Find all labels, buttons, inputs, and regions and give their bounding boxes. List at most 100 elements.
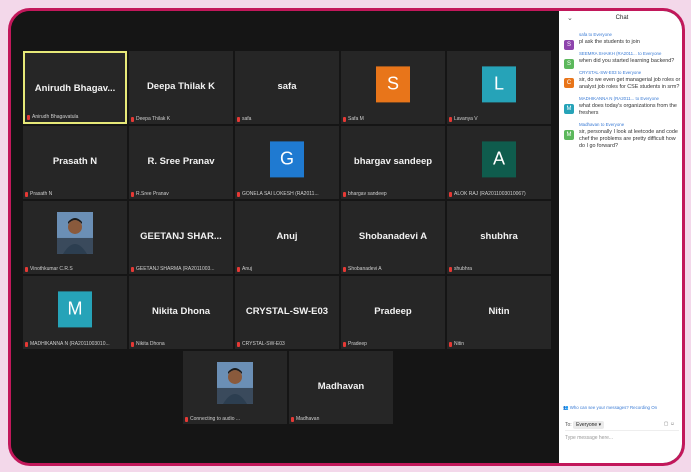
participant-label: CRYSTAL-SW-E03 — [237, 341, 337, 347]
participant-tile[interactable]: shubhra shubhra — [447, 201, 551, 274]
participant-tile[interactable]: Anirudh Bhagav... Anirudh Bhagavatula — [23, 51, 127, 124]
participant-tile[interactable]: Connecting to audio ... — [183, 351, 287, 424]
avatar: S — [564, 59, 574, 69]
mic-muted-icon — [343, 116, 346, 122]
participant-label: Vinothkumar C.R.S — [25, 266, 125, 272]
participant-label: Safa M — [343, 116, 443, 122]
participant-label: Deepa Thilak K — [131, 116, 231, 122]
participant-tile[interactable]: Anuj Anuj — [235, 201, 339, 274]
chat-message: safa to Everyone Spl ask the students to … — [559, 32, 682, 50]
participant-tile[interactable]: Shobanadevi A Shobanadevi A — [341, 201, 445, 274]
mic-muted-icon — [25, 266, 28, 272]
participant-tile[interactable]: Prasath N Prasath N — [23, 126, 127, 199]
participant-name: Anirudh Bhagav... — [34, 83, 116, 94]
participant-label: R.Sree Pranav — [131, 191, 231, 197]
participant-tile[interactable]: G GONELA SAI LOKESH (RA2011... — [235, 126, 339, 199]
avatar: M — [58, 290, 92, 327]
participant-tile[interactable]: A ALOK RAJ (RA2011003010067) — [447, 126, 551, 199]
participant-label: GEETANJ SHARMA (RA2011003... — [131, 266, 231, 272]
chat-text: pl ask the students to join — [579, 39, 640, 45]
participant-tile[interactable]: Nitin Nitin — [447, 276, 551, 349]
avatar: A — [482, 140, 516, 177]
participant-tile[interactable]: Nikita Dhona Nikita Dhona — [129, 276, 233, 349]
participant-tile[interactable]: Pradeep Pradeep — [341, 276, 445, 349]
participant-label-text: GEETANJ SHARMA (RA2011003... — [136, 266, 215, 272]
participant-label-text: Anirudh Bhagavatula — [32, 114, 79, 120]
recipient-row: To: Everyone ▾ ▢ ☺ — [565, 421, 681, 429]
participant-label-text: Prasath N — [30, 191, 53, 197]
recipient-select[interactable]: Everyone ▾ — [573, 421, 605, 429]
participant-label-text: R.Sree Pranav — [136, 191, 169, 197]
participant-name: Pradeep — [374, 306, 412, 317]
mic-muted-icon — [237, 116, 240, 122]
mic-muted-icon — [25, 341, 28, 347]
participant-tile[interactable]: CRYSTAL-SW-E03 CRYSTAL-SW-E03 — [235, 276, 339, 349]
participant-tile[interactable]: L Lavanya V — [447, 51, 551, 124]
chat-sender: SEEMRA SHAIKH (RA2011... to Everyone — [579, 51, 662, 56]
participant-label-text: Deepa Thilak K — [136, 116, 171, 122]
participant-label-text: CRYSTAL-SW-E03 — [242, 341, 285, 347]
participant-label-text: Nitin — [454, 341, 465, 347]
participant-label: Pradeep — [343, 341, 443, 347]
avatar: C — [564, 78, 574, 88]
participant-tile[interactable]: Madhavan Madhavan — [289, 351, 393, 424]
chat-text: sir, personally I look at leetcode and c… — [579, 129, 678, 149]
chat-tools[interactable]: ▢ ☺ — [664, 421, 675, 427]
mic-muted-icon — [237, 341, 240, 347]
participant-label: Anirudh Bhagavatula — [27, 114, 123, 120]
participant-label: Madhavan — [291, 416, 391, 422]
chat-sender: safa to Everyone — [579, 32, 612, 37]
participant-label: Shobanadevi A — [343, 266, 443, 272]
profile-photo — [57, 211, 93, 254]
chat-input[interactable]: Type message here... — [565, 430, 679, 445]
participant-label-text: Nikita Dhona — [136, 341, 165, 347]
participant-grid: Anirudh Bhagav... Anirudh Bhagavatula Deep… — [23, 51, 553, 426]
participant-name: safa — [277, 81, 297, 92]
participant-name: Anuj — [276, 231, 298, 242]
participant-tile[interactable]: R. Sree Pranav R.Sree Pranav — [129, 126, 233, 199]
chat-message: Madhavan to Everyone Msir, personally I l… — [559, 122, 682, 150]
privacy-note[interactable]: 👥 Who can see your messages? Recording O… — [563, 405, 681, 411]
avatar: M — [564, 130, 574, 140]
participant-label: Connecting to audio ... — [185, 416, 285, 422]
avatar: M — [564, 104, 574, 114]
chevron-down-icon[interactable]: ⌄ — [567, 14, 573, 22]
participant-name: bhargav sandeep — [353, 156, 433, 167]
meeting-toolbar — [11, 463, 559, 466]
participant-tile[interactable]: bhargav sandeep bhargav sandeep — [341, 126, 445, 199]
participant-label-text: MADHIKANNA N (RA2011003010... — [30, 341, 110, 347]
participant-tile[interactable]: GEETANJ SHAR... GEETANJ SHARMA (RA2011003… — [129, 201, 233, 274]
participant-label-text: shubhra — [454, 266, 473, 272]
chat-messages: safa to Everyone Spl ask the students to … — [559, 32, 682, 150]
participant-label: safa — [237, 116, 337, 122]
mic-muted-icon — [343, 266, 346, 272]
chat-text: when did you started learning backend? — [579, 58, 675, 64]
mic-muted-icon — [131, 341, 134, 347]
participant-tile[interactable]: M MADHIKANNA N (RA2011003010... — [23, 276, 127, 349]
participant-label: Nikita Dhona — [131, 341, 231, 347]
participant-row: Anirudh Bhagav... Anirudh Bhagavatula Deep… — [23, 51, 553, 124]
participant-row: Prasath N Prasath N R. Sree Pranav R.Sree P… — [23, 126, 553, 199]
mic-muted-icon — [449, 266, 452, 272]
profile-photo — [217, 361, 253, 404]
chat-message: CRYSTAL-SW-E03 to Everyone Csir, do we ev… — [559, 70, 682, 91]
chat-sender: MADHIKANNA N (RA2011... to Everyone — [579, 96, 659, 101]
mic-muted-icon — [449, 191, 452, 197]
participant-label-text: Shobanadevi A — [348, 266, 382, 272]
participant-label: Prasath N — [25, 191, 125, 197]
chat-message: SEEMRA SHAIKH (RA2011... to Everyone Swhe… — [559, 51, 682, 69]
mic-muted-icon — [131, 266, 134, 272]
chat-title: Chat — [615, 15, 629, 21]
participant-tile[interactable]: S Safa M — [341, 51, 445, 124]
participant-tile[interactable]: safa safa — [235, 51, 339, 124]
avatar: S — [376, 65, 410, 102]
chat-sender: Madhavan to Everyone — [579, 122, 625, 127]
participant-tile[interactable]: Vinothkumar C.R.S — [23, 201, 127, 274]
chat-sender: CRYSTAL-SW-E03 to Everyone — [579, 70, 642, 75]
participant-label-text: Connecting to audio ... — [190, 416, 241, 422]
participant-name: Prasath N — [52, 156, 98, 167]
participant-tile[interactable]: Deepa Thilak K Deepa Thilak K — [129, 51, 233, 124]
chat-message: MADHIKANNA N (RA2011... to Everyone Mwhat… — [559, 96, 682, 117]
mic-muted-icon — [449, 341, 452, 347]
chat-text: what does today's organizations from the… — [579, 103, 677, 116]
